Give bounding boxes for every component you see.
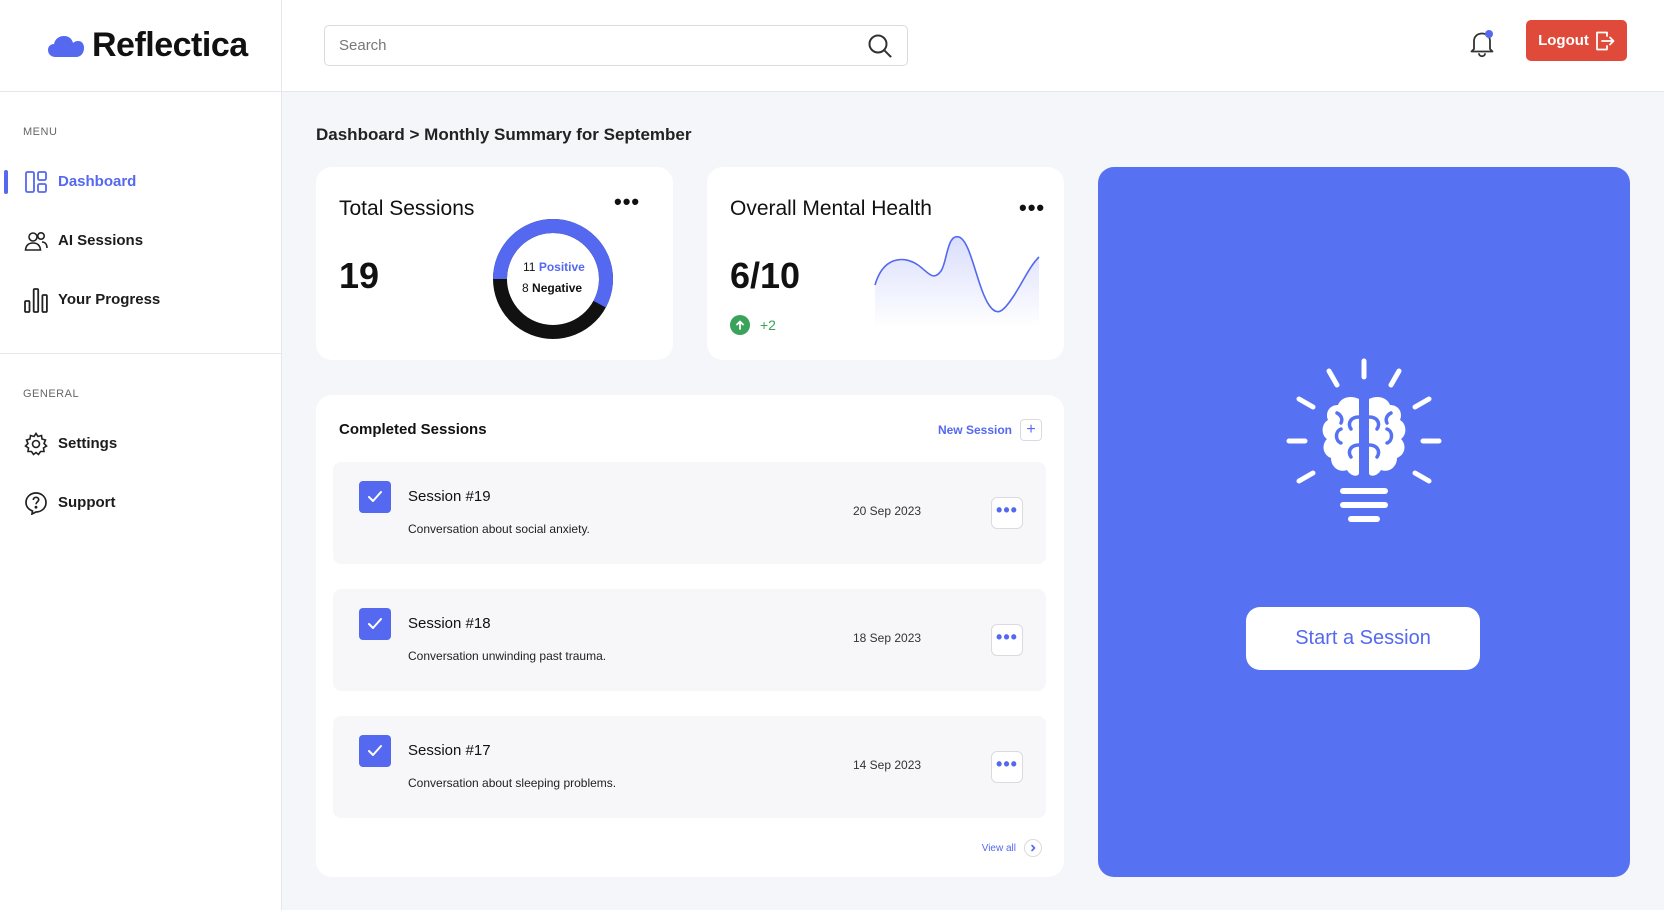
sidebar-item-support[interactable]: Support [0,473,281,532]
total-sessions-card: Total Sessions ••• 19 11 Positive 8 Nega… [316,167,673,360]
search-icon[interactable] [867,33,893,59]
sidebar-item-settings[interactable]: Settings [0,414,281,473]
start-session-button[interactable]: Start a Session [1246,607,1480,670]
session-name: Session #17 [408,742,491,759]
new-session-button[interactable]: New Session + [938,419,1042,441]
help-icon [24,491,48,515]
sidebar-item-label: Dashboard [58,173,137,190]
session-more-button[interactable]: ••• [991,751,1023,783]
session-date: 18 Sep 2023 [853,631,922,645]
chevron-right-icon [1024,839,1042,857]
session-description: Conversation about social anxiety. [408,522,590,536]
completed-sessions-title: Completed Sessions [339,421,487,438]
session-row[interactable]: Session #19 Conversation about social an… [333,462,1046,564]
checkmark-icon [368,491,382,502]
negative-count-label: 8 Negative [522,281,583,295]
sidebar-item-ai-sessions[interactable]: AI Sessions [0,211,281,270]
sidebar-item-dashboard[interactable]: Dashboard [0,152,281,211]
session-more-button[interactable]: ••• [991,624,1023,656]
sidebar-item-label: Support [58,494,116,511]
users-icon [24,229,48,253]
sidebar: Reflectica MENU Dashboard AI Sessions Yo… [0,0,282,910]
session-name: Session #19 [408,488,491,505]
arrow-up-icon [730,315,750,335]
sidebar-item-label: AI Sessions [58,232,144,249]
general-section-label: GENERAL [23,388,80,400]
mental-health-score: 6/10 [730,255,801,296]
total-sessions-value: 19 [339,255,380,296]
more-options-icon[interactable]: ••• [1019,197,1045,219]
sessions-donut-chart [493,219,613,339]
topbar: Logout [282,0,1664,92]
search-input[interactable] [339,37,867,54]
positive-count-label: 11 Positive [523,260,585,274]
view-all-label: View all [981,842,1016,854]
mental-health-card: Overall Mental Health ••• 6/10 +2 [707,167,1064,360]
score-trend: +2 [730,315,776,335]
checkbox-checked[interactable] [359,608,391,640]
logo[interactable]: Reflectica [0,0,281,92]
sidebar-item-your-progress[interactable]: Your Progress [0,270,281,329]
session-row[interactable]: Session #17 Conversation about sleeping … [333,716,1046,818]
new-session-label: New Session [937,423,1012,437]
view-all-link[interactable]: View all [982,839,1042,857]
session-more-button[interactable]: ••• [991,497,1023,529]
logout-icon [1596,31,1615,50]
breadcrumb: Dashboard > Monthly Summary for Septembe… [316,125,692,144]
app-name: Reflectica [92,26,248,64]
more-options-icon[interactable]: ••• [614,191,640,213]
dashboard-icon [24,170,48,194]
menu-section-label: MENU [23,126,58,138]
session-description: Conversation about sleeping problems. [408,776,617,790]
bar-chart-icon [24,287,48,313]
sidebar-item-label: Your Progress [58,291,161,308]
card-title: Overall Mental Health [730,197,932,220]
checkmark-icon [368,745,382,756]
score-change: +2 [760,317,776,333]
brain-lightbulb-icon [1286,358,1442,522]
sidebar-item-label: Settings [58,435,118,452]
card-title: Total Sessions [339,197,475,220]
cloud-icon [48,35,84,57]
search-box[interactable] [324,25,908,66]
session-description: Conversation unwinding past trauma. [408,649,607,663]
mental-health-sparkline [874,236,1040,327]
completed-sessions-card: Completed Sessions New Session + Session… [316,395,1064,877]
checkmark-icon [368,618,382,629]
session-date: 20 Sep 2023 [853,504,922,518]
session-date: 14 Sep 2023 [853,758,922,772]
session-name: Session #18 [408,615,491,632]
checkbox-checked[interactable] [359,481,391,513]
gear-icon [24,431,48,456]
notification-bell-icon[interactable] [1468,28,1496,58]
checkbox-checked[interactable] [359,735,391,767]
logout-button[interactable]: Logout [1526,20,1627,61]
start-session-panel: Start a Session [1098,167,1630,877]
logout-label: Logout [1538,32,1589,49]
plus-icon: + [1020,419,1042,441]
session-row[interactable]: Session #18 Conversation unwinding past … [333,589,1046,691]
